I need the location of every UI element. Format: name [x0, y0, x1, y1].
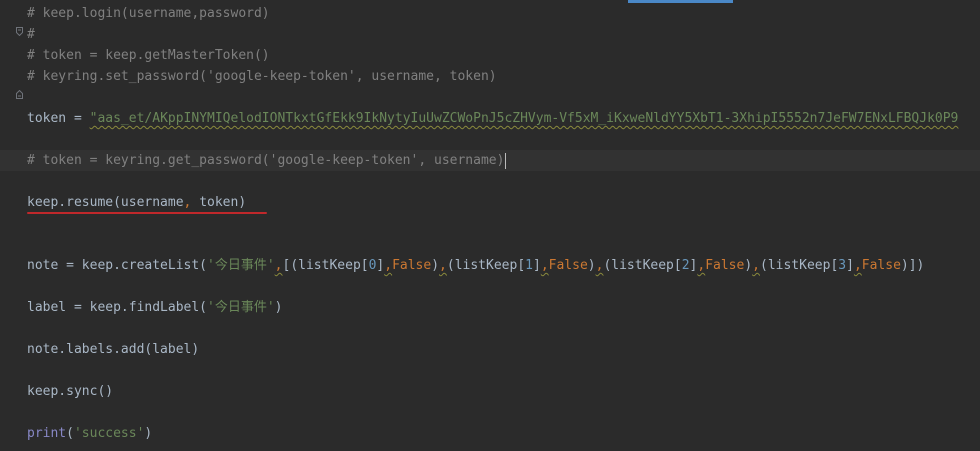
label-name-string: '今日事件': [207, 300, 275, 315]
comment-text: # keyring.set_password('google-keep-toke…: [27, 69, 497, 84]
code-line-4[interactable]: # keyring.set_password('google-keep-toke…: [0, 66, 980, 99]
print-call: print('success'): [27, 423, 152, 444]
fold-end-icon[interactable]: [16, 72, 23, 99]
index-number: 3: [838, 258, 847, 273]
comma: ,: [439, 258, 447, 273]
code-line-2[interactable]: #: [0, 24, 980, 45]
call-args-rest: token): [191, 195, 247, 210]
code-token: (listKeep[: [446, 258, 526, 273]
code-token: ): [587, 258, 596, 273]
call-prefix: note = keep.createList(: [27, 258, 208, 273]
call-prefix: label = keep.findLabel(: [27, 300, 208, 315]
code-token: ]: [846, 258, 854, 273]
assignment-lhs: token =: [27, 111, 90, 126]
code-token: )]): [900, 258, 925, 273]
code-token: ]: [532, 258, 541, 273]
comma: ,: [540, 258, 549, 273]
comment-text: # keep.login(username,password): [27, 6, 270, 21]
comment-line: # token = keyring.get_password('google-k…: [27, 150, 507, 171]
index-number: 1: [525, 258, 533, 273]
sync-call: keep.sync(): [27, 384, 114, 399]
code-editor[interactable]: # keep.login(username,password) # # toke…: [0, 0, 980, 451]
success-string: 'success': [73, 426, 145, 441]
comma: ,: [853, 258, 862, 273]
comma: ,: [752, 258, 760, 273]
false-keyword: False: [392, 258, 432, 273]
text-caret: [505, 152, 507, 169]
comment-text: #: [27, 27, 35, 42]
code-token: ): [431, 258, 440, 273]
code-token: ): [144, 426, 153, 441]
code-line-17[interactable]: note.labels.add(label): [0, 339, 980, 360]
code-line-15[interactable]: label = keep.findLabel('今日事件'): [0, 297, 980, 318]
code-token: (: [66, 426, 74, 441]
resume-call: keep.resume(username, token): [27, 192, 246, 213]
false-keyword: False: [548, 258, 588, 273]
list-title-string: '今日事件': [207, 258, 275, 273]
index-number: 2: [681, 258, 690, 273]
comma: ,: [274, 258, 283, 273]
code-token: ): [274, 300, 283, 315]
code-token: [(listKeep[: [282, 258, 369, 273]
comment-text: # token = keep.getMasterToken(): [27, 48, 270, 63]
comma: ,: [384, 258, 393, 273]
token-assignment: token = "aas_et/AKppINYMIQelodIONTkxtGfE…: [27, 108, 958, 129]
token-string-literal: "aas_et/AKppINYMIQelodIONTkxtGfEkk9IkNyt…: [89, 111, 959, 126]
false-keyword: False: [861, 258, 901, 273]
false-keyword: False: [705, 258, 745, 273]
annotation-underline: [27, 212, 267, 214]
code-line-19[interactable]: keep.sync(): [0, 381, 980, 402]
create-list-call: note = keep.createList('今日事件',[(listKeep…: [27, 255, 924, 276]
code-token: (listKeep[: [760, 258, 839, 273]
comment-text: # token = keyring.get_password('google-k…: [27, 153, 505, 168]
code-line-13[interactable]: note = keep.createList('今日事件',[(listKeep…: [0, 255, 980, 276]
call-expression: keep.resume(username: [27, 195, 184, 210]
code-line-1[interactable]: # keep.login(username,password): [0, 3, 980, 36]
labels-add-call: note.labels.add(label): [27, 342, 200, 357]
fold-start-icon[interactable]: [16, 9, 23, 36]
code-line-10[interactable]: keep.resume(username, token): [0, 192, 980, 213]
find-label-call: label = keep.findLabel('今日事件'): [27, 297, 283, 318]
code-line-8-current[interactable]: # token = keyring.get_password('google-k…: [0, 150, 980, 171]
code-token: (listKeep[: [603, 258, 682, 273]
code-line-6[interactable]: token = "aas_et/AKppINYMIQelodIONTkxtGfE…: [0, 108, 980, 129]
code-line-21[interactable]: print('success'): [0, 423, 980, 444]
code-token: ): [744, 258, 753, 273]
print-builtin: print: [27, 426, 67, 441]
code-line-3[interactable]: # token = keep.getMasterToken(): [0, 45, 980, 66]
